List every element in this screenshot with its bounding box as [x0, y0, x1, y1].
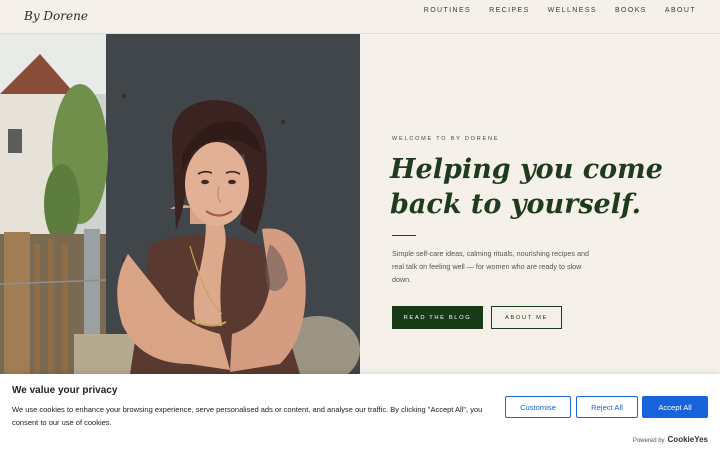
- hero-headline: Helping you come back to yourself.: [390, 154, 663, 220]
- cookie-banner: We value your privacy We use cookies to …: [0, 374, 720, 450]
- cookieyes-logo[interactable]: CookieYes: [668, 435, 708, 444]
- main-nav: ROUTINES RECIPES WELLNESS BOOKS ABOUT: [406, 7, 696, 14]
- hero-description: Simple self-care ideas, calming rituals,…: [392, 249, 589, 284]
- hero-divider: [392, 235, 416, 236]
- read-blog-button[interactable]: READ THE BLOG: [392, 306, 483, 329]
- site-header: By Dorene ROUTINES RECIPES WELLNESS BOOK…: [0, 0, 720, 34]
- site-logo[interactable]: By Dorene: [24, 9, 88, 23]
- hero-content: WELCOME TO BY DORENE Helping you come ba…: [360, 34, 720, 374]
- nav-item-wellness[interactable]: WELLNESS: [548, 7, 597, 14]
- cookie-text: We use cookies to enhance your browsing …: [12, 405, 483, 427]
- about-me-button[interactable]: ABOUT ME: [491, 306, 562, 329]
- cookie-title: We value your privacy: [12, 385, 118, 396]
- hero-photo: [0, 34, 360, 374]
- nav-item-routines[interactable]: ROUTINES: [424, 7, 471, 14]
- powered-by-label: Powered by: [632, 438, 665, 444]
- portrait-image: [0, 34, 360, 374]
- customise-button[interactable]: Customise: [505, 396, 571, 418]
- accept-all-button[interactable]: Accept All: [642, 396, 708, 418]
- powered-by: Powered by CookieYes: [633, 435, 708, 444]
- nav-item-about[interactable]: ABOUT: [665, 7, 696, 14]
- reject-all-button[interactable]: Reject All: [576, 396, 638, 418]
- nav-item-recipes[interactable]: RECIPES: [489, 7, 530, 14]
- hero-eyebrow: WELCOME TO BY DORENE: [392, 136, 500, 142]
- nav-item-books[interactable]: BOOKS: [615, 7, 647, 14]
